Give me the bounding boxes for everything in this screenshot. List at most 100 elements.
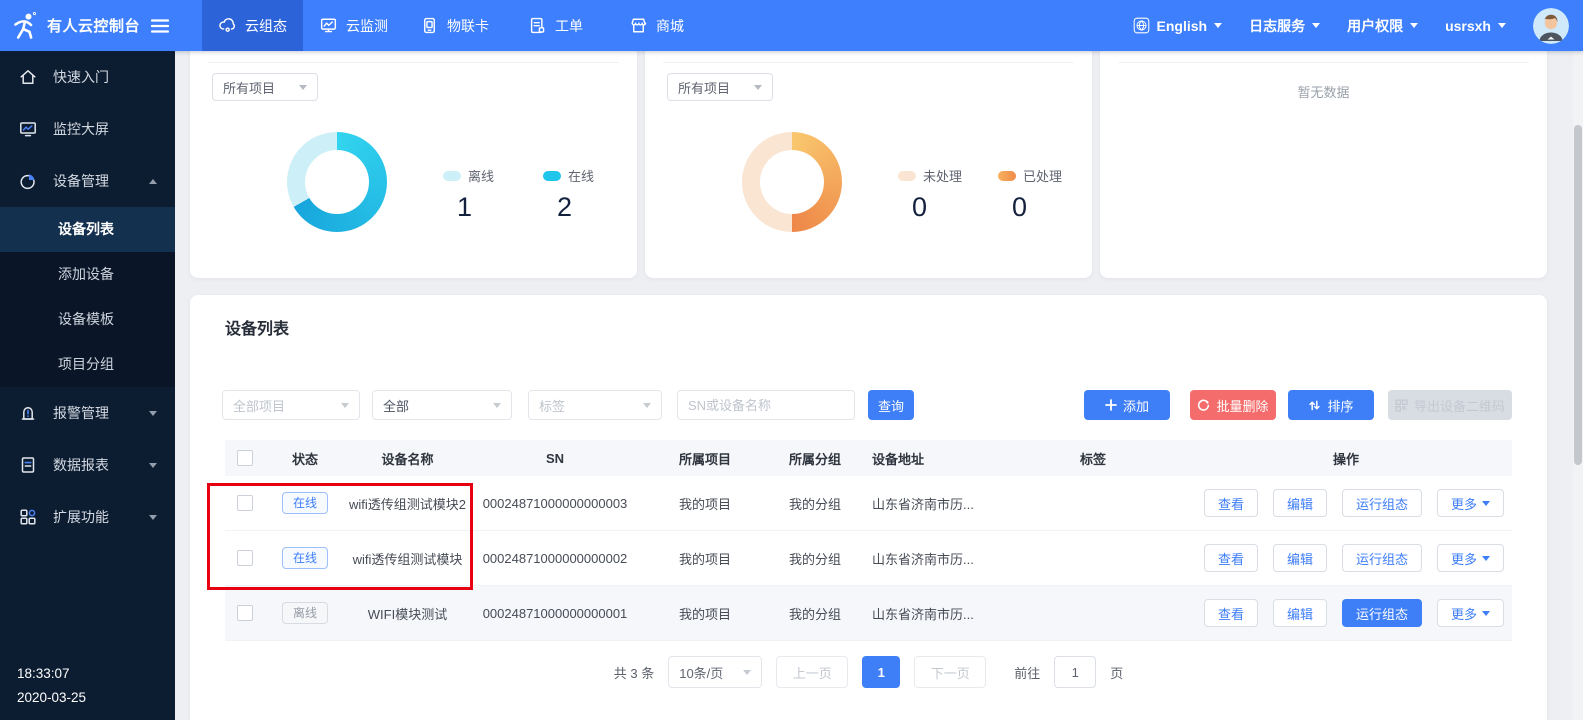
sidebar-item-project-group[interactable]: 项目分组 (0, 342, 175, 387)
language-label: English (1157, 18, 1208, 34)
select-all-checkbox[interactable] (237, 450, 253, 466)
tab-work-order[interactable]: 工单 (505, 0, 606, 51)
view-button[interactable]: 查看 (1204, 544, 1258, 572)
row-checkbox[interactable] (237, 550, 253, 566)
run-scada-button[interactable]: 运行组态 (1342, 489, 1422, 517)
brand[interactable]: 有人云控制台 (0, 11, 175, 41)
legend-label: 已处理 (1023, 166, 1062, 185)
app-screen: 有人云控制台 云组态 (0, 0, 1583, 720)
column-header: SN (470, 451, 640, 466)
tab-cloud-monitor[interactable]: 云监测 (303, 0, 404, 51)
goto-label: 前往 (1014, 663, 1040, 682)
prev-page-button[interactable]: 上一页 (776, 656, 848, 688)
goto-page-input[interactable] (1054, 656, 1096, 688)
more-button[interactable]: 更多 (1437, 489, 1504, 517)
device-table: 状态 设备名称 SN 所属项目 所属分组 设备地址 标签 操作 在线 wifi透… (225, 440, 1512, 641)
next-page-button[interactable]: 下一页 (914, 656, 986, 688)
chevron-down-icon (743, 670, 751, 675)
work-order-icon (528, 16, 547, 35)
legend-value: 2 (543, 192, 594, 223)
button-label: 更多 (1451, 494, 1477, 513)
tag-filter-dropdown[interactable]: 标签 (528, 390, 662, 420)
device-name: WIFI模块测试 (345, 604, 470, 623)
extension-icon (18, 507, 38, 527)
brand-title: 有人云控制台 (47, 15, 140, 36)
tab-label: 商城 (656, 16, 684, 36)
sidebar-item-add-device[interactable]: 添加设备 (0, 252, 175, 297)
sidebar-item-device-template[interactable]: 设备模板 (0, 297, 175, 342)
device-project: 我的项目 (640, 494, 770, 513)
store-icon (629, 16, 648, 35)
sidebar-item-big-screen[interactable]: 监控大屏 (0, 103, 175, 155)
language-menu[interactable]: English (1133, 17, 1223, 34)
sort-button[interactable]: 排序 (1288, 390, 1374, 420)
export-qr-button[interactable]: 导出设备二维码 (1388, 390, 1512, 420)
primary-nav: 云组态 云监测 (202, 0, 707, 51)
edit-button[interactable]: 编辑 (1273, 489, 1327, 517)
tab-label: 云组态 (245, 16, 287, 36)
sidebar-item-label: 快速入门 (53, 67, 109, 87)
more-button[interactable]: 更多 (1437, 599, 1504, 627)
project-filter-dropdown[interactable]: 全部项目 (222, 390, 360, 420)
sidebar-item-device-list[interactable]: 设备列表 (0, 207, 175, 252)
chevron-up-icon (149, 179, 157, 184)
plus-icon (1105, 399, 1117, 411)
chevron-down-icon (493, 403, 501, 408)
legend-swatch (998, 171, 1016, 181)
tab-label: 物联卡 (447, 16, 489, 36)
legend-offline: 离线 1 (443, 166, 494, 223)
project-filter-select[interactable]: 所有项目 (667, 73, 773, 101)
button-label: 添加 (1123, 396, 1149, 415)
more-button[interactable]: 更多 (1437, 544, 1504, 572)
batch-delete-button[interactable]: 批量删除 (1190, 390, 1276, 420)
no-data-text: 暂无数据 (1100, 82, 1547, 101)
chevron-down-icon (1482, 501, 1490, 506)
select-value: 全部项目 (233, 396, 285, 415)
hamburger-menu-icon[interactable] (151, 19, 169, 33)
select-value: 全部 (383, 396, 409, 415)
sidebar-item-quick-start[interactable]: 快速入门 (0, 51, 175, 103)
view-button[interactable]: 查看 (1204, 489, 1258, 517)
user-permission-menu[interactable]: 用户权限 (1347, 16, 1418, 36)
project-filter-select[interactable]: 所有项目 (212, 73, 318, 101)
status-filter-dropdown[interactable]: 全部 (372, 390, 512, 420)
search-input[interactable] (677, 390, 855, 420)
username-menu[interactable]: usrsxh (1445, 18, 1506, 34)
sidebar-clock: 18:33:07 2020-03-25 (17, 662, 86, 710)
sidebar-item-label: 设备管理 (53, 171, 109, 191)
device-list-card: 设备列表 全部项目 全部 标签 查询 添加 (190, 295, 1547, 720)
column-header: 操作 (1180, 449, 1512, 468)
page-size-select[interactable]: 10条/页 (668, 656, 762, 688)
log-service-menu[interactable]: 日志服务 (1249, 16, 1320, 36)
legend-swatch (898, 171, 916, 181)
page-number-1[interactable]: 1 (862, 656, 900, 688)
run-scada-button[interactable]: 运行组态 (1342, 599, 1422, 627)
row-checkbox[interactable] (237, 495, 253, 511)
sidebar-item-data-report[interactable]: 数据报表 (0, 439, 175, 491)
tab-store[interactable]: 商城 (606, 0, 707, 51)
run-scada-button[interactable]: 运行组态 (1342, 544, 1422, 572)
sidebar-item-device-management[interactable]: 设备管理 (0, 155, 175, 207)
sidebar-item-extensions[interactable]: 扩展功能 (0, 491, 175, 543)
chevron-down-icon (1410, 23, 1418, 28)
legend-value: 0 (998, 192, 1062, 223)
device-pie-icon (18, 171, 38, 191)
chevron-down-icon (1482, 611, 1490, 616)
vertical-scrollbar-thumb[interactable] (1574, 125, 1582, 465)
user-avatar[interactable] (1533, 8, 1569, 44)
edit-button[interactable]: 编辑 (1273, 599, 1327, 627)
legend-handled: 已处理 0 (998, 166, 1062, 223)
sidebar-item-alarm-management[interactable]: 报警管理 (0, 387, 175, 439)
chevron-down-icon (149, 515, 157, 520)
device-group: 我的分组 (770, 494, 860, 513)
edit-button[interactable]: 编辑 (1273, 544, 1327, 572)
tab-iot-card[interactable]: 物联卡 (404, 0, 505, 51)
search-button[interactable]: 查询 (868, 390, 914, 420)
view-button[interactable]: 查看 (1204, 599, 1258, 627)
tab-cloud-scada[interactable]: 云组态 (202, 0, 303, 51)
vertical-scrollbar-track (1573, 51, 1583, 720)
add-device-button[interactable]: 添加 (1084, 390, 1170, 420)
table-row: 离线 WIFI模块测试 00024871000000000001 我的项目 我的… (225, 586, 1512, 641)
row-checkbox[interactable] (237, 605, 253, 621)
status-badge: 在线 (282, 547, 328, 569)
